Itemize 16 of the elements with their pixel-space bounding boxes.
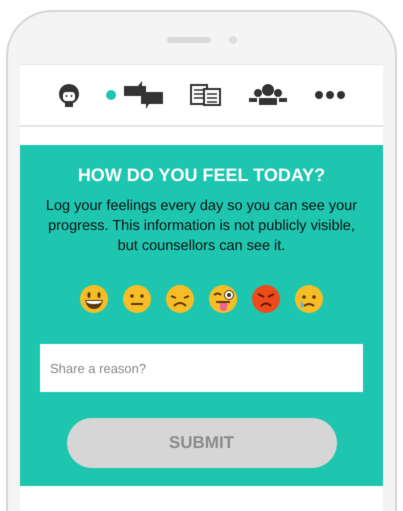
sad-face-icon[interactable] (165, 284, 195, 314)
submit-button[interactable]: SUBMIT (66, 418, 336, 468)
chat-icon[interactable] (124, 80, 164, 110)
documents-icon[interactable] (190, 84, 222, 106)
cry-face-icon[interactable] (294, 284, 324, 314)
neutral-face-icon[interactable] (122, 284, 152, 314)
panel-title: HOW DO YOU FEEL TODAY? (78, 165, 326, 186)
panel-description: Log your feelings every day so you can see your progress. This information is not publicly visible, but counsellors can see it. (44, 197, 358, 256)
group-icon[interactable] (248, 84, 288, 106)
wink-face-icon[interactable] (208, 284, 238, 314)
angry-face-icon[interactable] (251, 284, 281, 314)
more-icon[interactable] (314, 90, 346, 100)
avatar-icon[interactable] (58, 83, 80, 107)
grin-face-icon[interactable] (79, 284, 109, 314)
speaker-icon (166, 37, 210, 43)
reason-field[interactable]: Share a reason? (40, 344, 363, 392)
